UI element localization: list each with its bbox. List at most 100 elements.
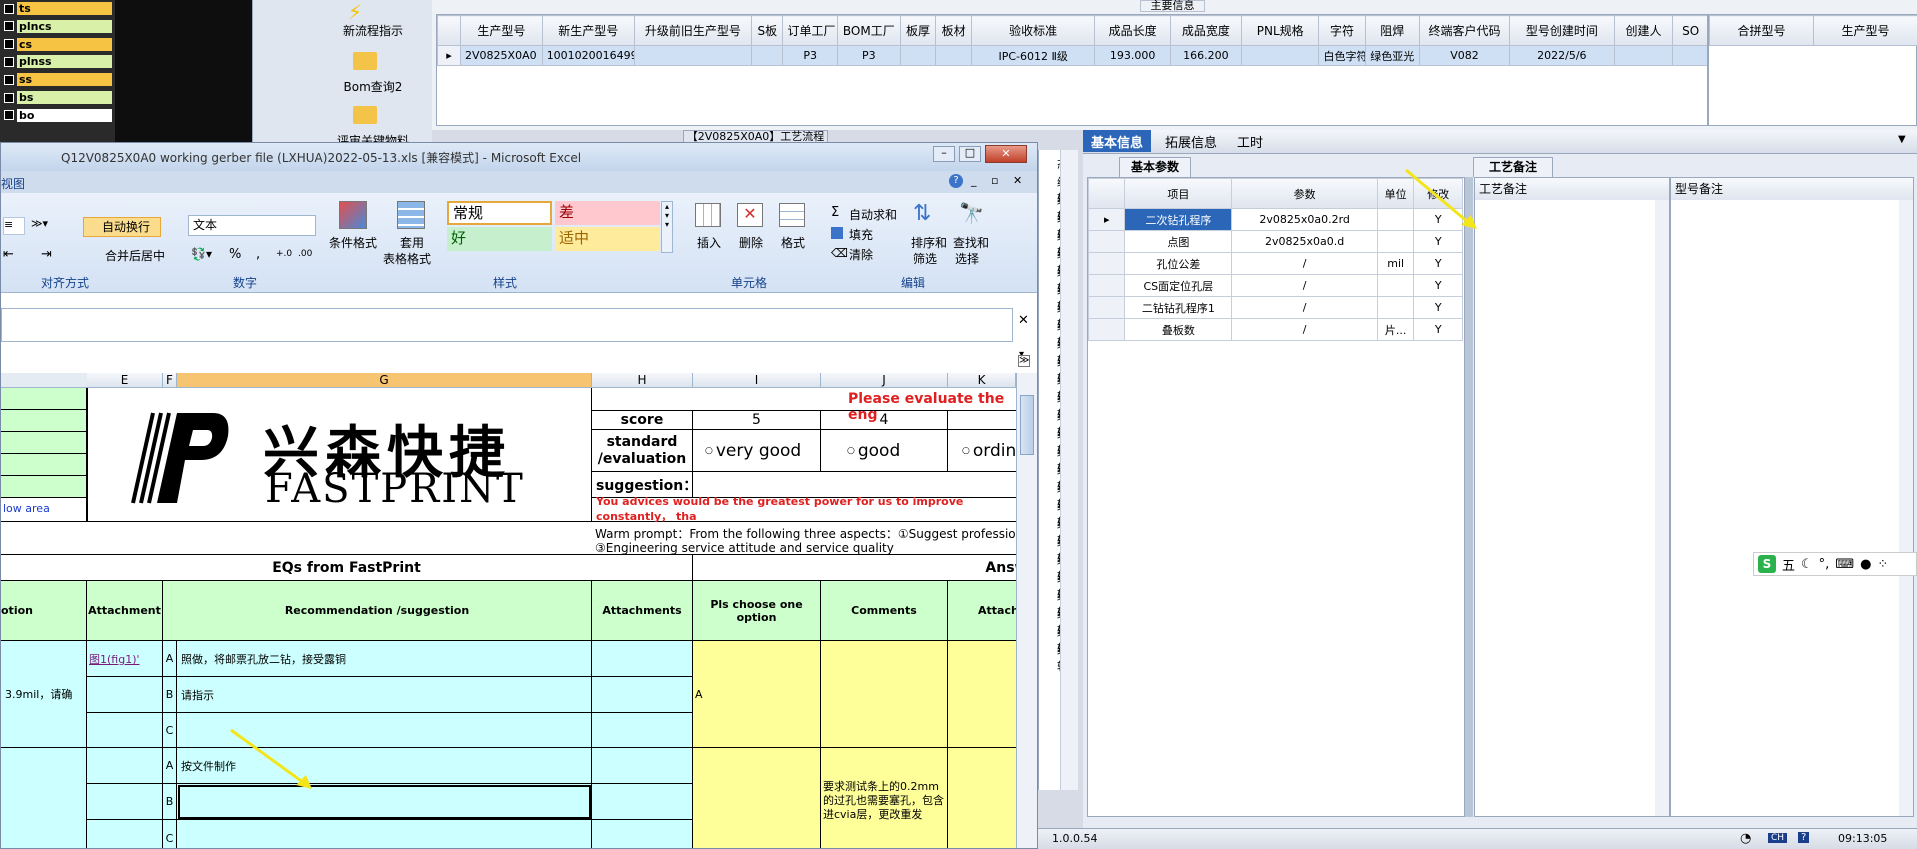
cell[interactable] (592, 641, 693, 677)
insert-icon[interactable] (695, 203, 721, 227)
column-header-f[interactable]: F (163, 373, 177, 388)
q1-link-cell[interactable]: 图1(fig1)' (87, 641, 163, 677)
notes-scroll[interactable] (1899, 200, 1913, 816)
checkbox-icon[interactable] (4, 56, 14, 67)
notes-tab[interactable]: 工艺备注 (1473, 157, 1553, 177)
column-header[interactable]: 参数 (1231, 178, 1378, 209)
sigma-icon[interactable]: Σ (831, 205, 839, 220)
cell[interactable] (1, 748, 87, 848)
currency-icon[interactable]: 💱▾ (191, 247, 212, 261)
cell[interactable] (592, 677, 693, 713)
cell[interactable] (87, 820, 163, 848)
column-header[interactable]: 升级前旧生产型号 (633, 15, 753, 46)
fill-button[interactable]: 填充 (849, 226, 873, 243)
cell[interactable] (1, 388, 87, 410)
tab-extended[interactable]: 拓展信息 (1157, 130, 1225, 152)
column-header[interactable]: S板 (751, 15, 784, 46)
cell[interactable] (87, 784, 163, 820)
eval-ordinary[interactable]: ○ ordin (948, 430, 1016, 472)
column-header-g[interactable]: G (177, 373, 592, 388)
row-indicator[interactable] (1087, 230, 1126, 253)
notes-scroll[interactable] (1655, 200, 1669, 816)
scroll-thumb[interactable] (1020, 395, 1034, 455)
checkbox-icon[interactable] (4, 21, 14, 32)
table-cell[interactable]: 10010200164991 (541, 45, 635, 66)
sidebar-item[interactable]: ss (4, 73, 112, 87)
table-cell[interactable]: Y (1413, 296, 1463, 319)
q1-text[interactable]: 3.9mil，请确 (1, 641, 87, 748)
launcher-item-flow[interactable]: 新流程指示 (333, 22, 413, 39)
sub-tab[interactable]: 基本参数 (1119, 157, 1191, 177)
style-normal[interactable]: 常规 (447, 201, 552, 225)
row-indicator[interactable] (1087, 252, 1126, 275)
ribbon-close-icon[interactable]: ✕ (1013, 174, 1022, 187)
style-bad[interactable]: 差 (555, 201, 660, 225)
q1-b-text[interactable]: 请指示 (177, 677, 592, 713)
merge-center-button[interactable]: 合并后居中 (105, 247, 165, 264)
number-format-select[interactable]: 文本 (188, 215, 316, 236)
table-cell[interactable]: P3 (836, 45, 901, 66)
autosum-button[interactable]: 自动求和 (849, 206, 897, 223)
column-header-e[interactable]: E (87, 373, 163, 388)
format-button[interactable]: 格式 (781, 234, 805, 251)
cell[interactable] (177, 820, 592, 848)
params-table[interactable]: 项目 参数 单位 修改 ▸ 二次钻孔程序 2v0825x0a0.2rd Y 点图 2v0825x… (1087, 177, 1465, 817)
format-icon[interactable] (779, 203, 805, 227)
user-icon[interactable]: ● (1860, 557, 1871, 572)
column-header-h[interactable]: H (592, 373, 693, 388)
column-header[interactable]: BOM工厂 (836, 15, 901, 46)
conditional-format-icon[interactable] (339, 201, 367, 229)
fill-icon[interactable] (831, 227, 843, 239)
row-indicator[interactable]: ▸ (437, 45, 462, 66)
table-cell[interactable]: / (1231, 318, 1378, 341)
table-cell[interactable] (1672, 45, 1707, 66)
dropdown-icon[interactable]: ▼ (1898, 134, 1906, 145)
table-row[interactable]: 二钻钻孔程序1/ Y (1087, 296, 1463, 319)
column-header[interactable]: PNL规格 (1240, 15, 1320, 46)
sogou-icon[interactable]: S (1758, 555, 1776, 573)
table-cell[interactable]: 白色字符 (1318, 45, 1366, 66)
tab-hours[interactable]: 工时 (1229, 130, 1271, 152)
table-cell[interactable]: CS面定位孔层 (1124, 274, 1233, 297)
column-header[interactable]: 阻焊 (1364, 15, 1420, 46)
style-neutral[interactable]: 适中 (555, 227, 660, 251)
table-format-icon[interactable] (397, 201, 425, 229)
column-header[interactable]: 板厚 (899, 15, 937, 46)
row-indicator[interactable] (1087, 296, 1126, 319)
decimal-increase-icon[interactable]: +.0 (276, 249, 292, 259)
checkbox-icon[interactable] (4, 74, 14, 85)
ribbon-restore-icon[interactable]: ▫ (991, 174, 998, 187)
table-cell[interactable] (751, 45, 784, 66)
table-cell[interactable]: 2V0825X0A0 (460, 45, 543, 66)
process-notes[interactable]: 工艺备注 (1474, 177, 1670, 817)
column-header[interactable]: 合拼型号 (1709, 15, 1814, 46)
formula-close-icon[interactable]: ✕ (1018, 313, 1029, 328)
eval-very-good[interactable]: ○ very good (693, 430, 821, 472)
indent-decrease-icon[interactable]: ⇤ (3, 247, 14, 262)
ime-mode[interactable]: 五 (1782, 555, 1795, 574)
sheet-area[interactable]: low area 兴森快捷 FASTPRINT Please evaluate … (1, 388, 1016, 848)
align-left-icon[interactable]: ≡ (3, 217, 25, 235)
table-cell[interactable] (633, 45, 753, 66)
column-header[interactable]: 型号创建时间 (1509, 15, 1615, 46)
sort-filter-button-1[interactable]: 排序和 (911, 234, 947, 251)
table-cell[interactable] (1376, 274, 1415, 297)
cell[interactable] (592, 820, 693, 848)
delete-button[interactable]: 删除 (739, 234, 763, 251)
checkbox-icon[interactable] (4, 92, 14, 103)
comma-icon[interactable]: , (256, 247, 260, 262)
column-header-j[interactable]: J (821, 373, 948, 388)
main-table[interactable]: 生产型号 新生产型号 升级前旧生产型号 S板 订单工厂 BOM工厂 板厚 板材 验收标准 成品长度… (436, 14, 1708, 126)
column-header[interactable]: 字符 (1318, 15, 1366, 46)
style-good[interactable]: 好 (447, 227, 552, 251)
side-scroll[interactable] (1060, 150, 1078, 790)
lang-indicator[interactable]: CH (1768, 833, 1788, 843)
table-cell[interactable]: mil (1376, 252, 1415, 275)
cell[interactable] (592, 784, 693, 820)
sidebar-item[interactable]: cs (4, 37, 112, 51)
column-header[interactable]: 验收标准 (970, 15, 1096, 46)
column-header[interactable]: 生产型号 (1813, 15, 1917, 46)
excel-titlebar[interactable]: Q12V0825X0A0 working gerber file (LXHUA)… (1, 143, 1037, 171)
lightning-icon[interactable]: ⚡ (348, 0, 368, 24)
decimal-decrease-icon[interactable]: .00 (298, 249, 312, 259)
